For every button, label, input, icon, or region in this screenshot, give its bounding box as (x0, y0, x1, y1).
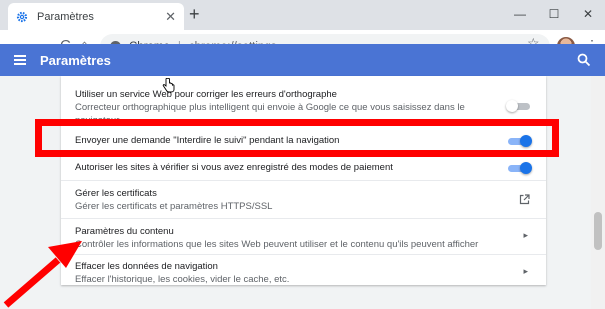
setting-row-content-settings[interactable]: Paramètres du contenu Contrôler les info… (61, 225, 546, 251)
maximize-button[interactable]: ☐ (537, 0, 571, 30)
payment-methods-toggle[interactable] (506, 162, 532, 174)
setting-title: Utiliser un service Web pour corriger le… (75, 89, 337, 100)
settings-content: Utiliser un service Web pour corriger le… (0, 76, 605, 309)
close-tab-icon[interactable]: ✕ (165, 9, 176, 25)
divider (61, 254, 546, 255)
divider (61, 180, 546, 181)
tab-title: Paramètres (37, 10, 94, 23)
external-link-icon[interactable] (519, 194, 530, 205)
setting-row-payment-methods[interactable]: Autoriser les sites à vérifier si vous a… (61, 161, 546, 174)
setting-subtitle: Gérer les certificats et paramètres HTTP… (75, 201, 273, 212)
settings-card: Utiliser un service Web pour corriger le… (61, 76, 546, 285)
minimize-button[interactable]: — (503, 0, 537, 30)
hamburger-menu-icon[interactable] (14, 53, 26, 67)
close-window-button[interactable]: ✕ (571, 0, 605, 30)
chevron-right-icon[interactable]: ▸ (523, 266, 528, 277)
settings-header: Paramètres (0, 44, 605, 76)
window-controls: — ☐ ✕ (503, 0, 605, 30)
new-tab-button[interactable]: + (189, 5, 200, 23)
setting-row-clear-browsing-data[interactable]: Effacer les données de navigation Efface… (61, 260, 546, 285)
setting-title: Autoriser les sites à vérifier si vous a… (75, 162, 393, 173)
setting-title: Effacer les données de navigation (75, 261, 218, 272)
hand-cursor-icon (162, 78, 175, 93)
page-title: Paramètres (40, 52, 111, 68)
tab-settings[interactable]: Paramètres ✕ (8, 3, 184, 30)
scrollbar[interactable] (591, 76, 605, 309)
highlight-box-annotation (35, 119, 559, 157)
setting-subtitle: Effacer l'historique, les cookies, vider… (75, 274, 290, 285)
setting-title: Gérer les certificats (75, 188, 157, 199)
spellcheck-toggle[interactable] (506, 100, 532, 112)
setting-subtitle: Contrôler les informations que les sites… (75, 239, 479, 250)
gear-icon (16, 11, 28, 22)
divider (61, 218, 546, 219)
setting-title: Paramètres du contenu (75, 226, 174, 237)
setting-subtitle: Correcteur orthographique plus intellige… (75, 102, 465, 113)
scrollbar-thumb[interactable] (594, 212, 602, 250)
tab-strip: Paramètres ✕ + — ☐ ✕ (0, 0, 605, 30)
chevron-right-icon[interactable]: ▸ (523, 230, 528, 241)
search-icon[interactable] (577, 53, 591, 67)
setting-row-certificates[interactable]: Gérer les certificats Gérer les certific… (61, 187, 546, 213)
